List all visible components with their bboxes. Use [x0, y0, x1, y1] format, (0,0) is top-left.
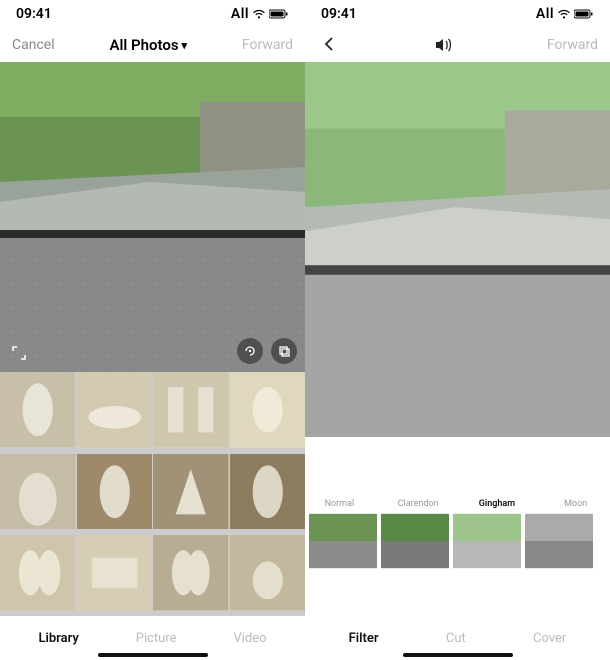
tab-picture[interactable]: Picture [136, 631, 177, 646]
filter-thumb-clarendon[interactable] [381, 513, 449, 569]
grid-thumb[interactable] [153, 372, 229, 448]
filter-label-normal: Normal [309, 499, 370, 509]
status-bar: 09:41 All [305, 0, 610, 28]
grid-thumb[interactable] [0, 454, 76, 530]
album-title: All Photos [109, 36, 178, 54]
tab-video[interactable]: Video [233, 631, 266, 646]
boomerang-button[interactable] [237, 338, 263, 364]
sound-toggle[interactable] [434, 37, 454, 53]
back-button[interactable] [317, 33, 341, 57]
filter-strip: Normal Clarendon Gingham Moon [305, 437, 610, 616]
filter-label-gingham: Gingham [467, 499, 528, 509]
forward-button[interactable]: Forward [242, 37, 293, 53]
multi-select-button[interactable] [271, 338, 297, 364]
grid-thumb[interactable] [77, 454, 153, 530]
grid-thumb[interactable] [153, 454, 229, 530]
grid-thumb[interactable] [230, 454, 306, 530]
speaker-icon [434, 37, 454, 53]
expand-icon[interactable] [8, 342, 30, 364]
filter-thumb-gingham[interactable] [453, 513, 521, 569]
grid-thumb[interactable] [153, 535, 229, 611]
grid-thumb[interactable] [230, 372, 306, 448]
photo-grid [0, 372, 305, 616]
status-bar: 09:41 All [0, 0, 305, 28]
cancel-button[interactable]: Cancel [12, 37, 55, 53]
status-time: 09:41 [16, 6, 52, 22]
wifi-icon [252, 9, 266, 19]
wifi-icon [557, 9, 571, 19]
home-indicator[interactable] [98, 653, 208, 657]
preview-image [0, 62, 305, 372]
filter-label-clarendon: Clarendon [388, 499, 449, 509]
grid-thumb[interactable] [77, 372, 153, 448]
filter-thumb-normal[interactable] [309, 513, 377, 569]
filter-label-moon: Moon [545, 499, 606, 509]
tab-filter[interactable]: Filter [349, 631, 379, 646]
filter-thumb-moon[interactable] [525, 513, 593, 569]
nav-bar: Cancel All Photos ▾ Forward [0, 28, 305, 62]
status-carrier: All [536, 6, 594, 22]
status-time: 09:41 [321, 6, 357, 22]
nav-bar: Forward [305, 28, 610, 62]
tab-cover[interactable]: Cover [533, 631, 566, 646]
preview-image [305, 62, 610, 437]
photo-picker-screen: 09:41 All Cancel All Photos ▾ Forward [0, 0, 305, 660]
preview-action-buttons [237, 338, 297, 364]
filter-thumbnails [305, 513, 610, 569]
battery-icon [574, 9, 594, 19]
selected-photo-preview[interactable] [0, 62, 305, 372]
filter-editor-screen: 09:41 All Forward Normal Clarendon [305, 0, 610, 660]
chevron-down-icon: ▾ [182, 39, 188, 52]
status-carrier: All [231, 6, 289, 22]
battery-icon [269, 9, 289, 19]
chevron-left-icon [323, 36, 335, 52]
tab-cut[interactable]: Cut [446, 631, 466, 646]
tab-library[interactable]: Library [38, 631, 78, 646]
grid-thumb[interactable] [0, 535, 76, 611]
grid-thumb[interactable] [0, 372, 76, 448]
grid-thumb[interactable] [230, 535, 306, 611]
grid-thumb[interactable] [77, 535, 153, 611]
home-indicator[interactable] [403, 653, 513, 657]
album-selector[interactable]: All Photos ▾ [109, 36, 187, 54]
filter-labels: Normal Clarendon Gingham Moon [305, 499, 610, 509]
forward-button[interactable]: Forward [547, 37, 598, 53]
edit-preview[interactable] [305, 62, 610, 437]
